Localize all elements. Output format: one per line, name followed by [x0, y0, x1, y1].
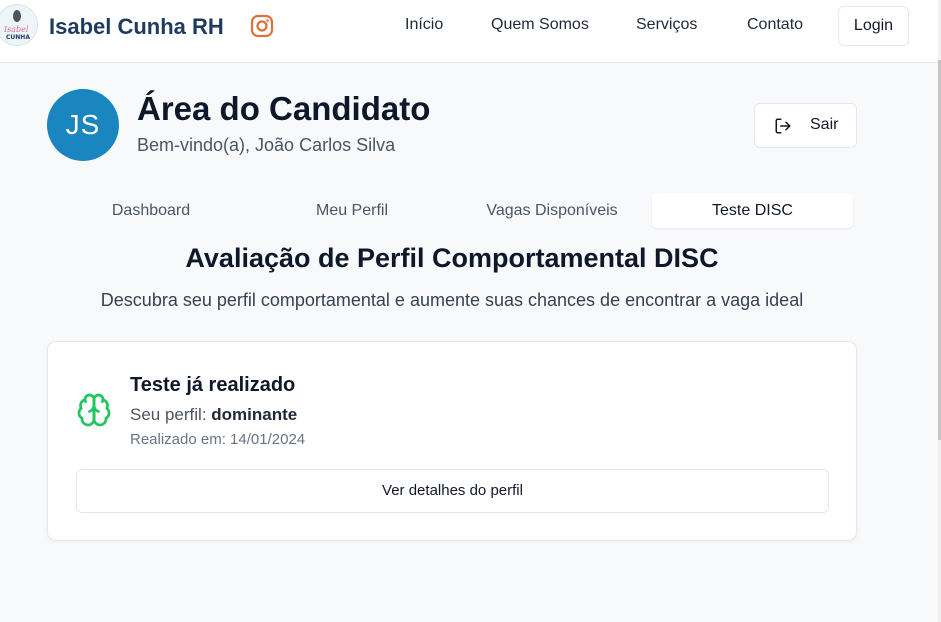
profile-value: dominante: [211, 405, 298, 424]
completion-date: Realizado em: 14/01/2024: [130, 431, 306, 448]
tab-vagas-disponiveis[interactable]: Vagas Disponíveis: [452, 193, 652, 228]
svg-text:CUNHA: CUNHA: [6, 34, 30, 41]
logo-image: Isabel CUNHA: [0, 6, 37, 45]
view-profile-details-button[interactable]: Ver detalhes do perfil: [76, 469, 829, 513]
login-button[interactable]: Login: [838, 6, 909, 46]
brain-icon: [77, 393, 111, 427]
brand-logo[interactable]: Isabel CUNHA: [0, 4, 38, 46]
section-subtitle: Descubra seu perfil comportamental e aum…: [100, 290, 804, 310]
logout-label: Sair: [810, 116, 839, 133]
nav-servicos[interactable]: Serviços: [636, 16, 697, 34]
tab-bar: Dashboard Meu Perfil Vagas Disponíveis T…: [50, 190, 856, 230]
instagram-icon[interactable]: [250, 14, 274, 38]
top-navbar: Isabel CUNHA Isabel Cunha RH Início Quem…: [0, 0, 938, 63]
card-title: Teste já realizado: [130, 374, 296, 396]
avatar: JS: [47, 89, 119, 161]
logout-icon: [775, 118, 791, 134]
profile-result: Seu perfil: dominante: [130, 405, 297, 425]
tab-meu-perfil[interactable]: Meu Perfil: [252, 193, 452, 228]
svg-text:Isabel: Isabel: [3, 25, 29, 34]
tab-dashboard[interactable]: Dashboard: [50, 193, 252, 228]
welcome-text: Bem-vindo(a), João Carlos Silva: [137, 135, 396, 155]
brand-name[interactable]: Isabel Cunha RH: [49, 14, 224, 40]
nav-inicio[interactable]: Início: [405, 16, 443, 34]
logout-button[interactable]: Sair: [754, 103, 857, 148]
nav-contato[interactable]: Contato: [747, 16, 803, 34]
nav-quem-somos[interactable]: Quem Somos: [491, 16, 589, 34]
page-title: Área do Candidato: [137, 90, 431, 127]
tab-teste-disc[interactable]: Teste DISC: [652, 193, 853, 228]
section-title: Avaliação de Perfil Comportamental DISC: [185, 243, 719, 273]
profile-prefix: Seu perfil:: [130, 405, 212, 424]
disc-result-card: Teste já realizado Seu perfil: dominante…: [47, 341, 857, 541]
